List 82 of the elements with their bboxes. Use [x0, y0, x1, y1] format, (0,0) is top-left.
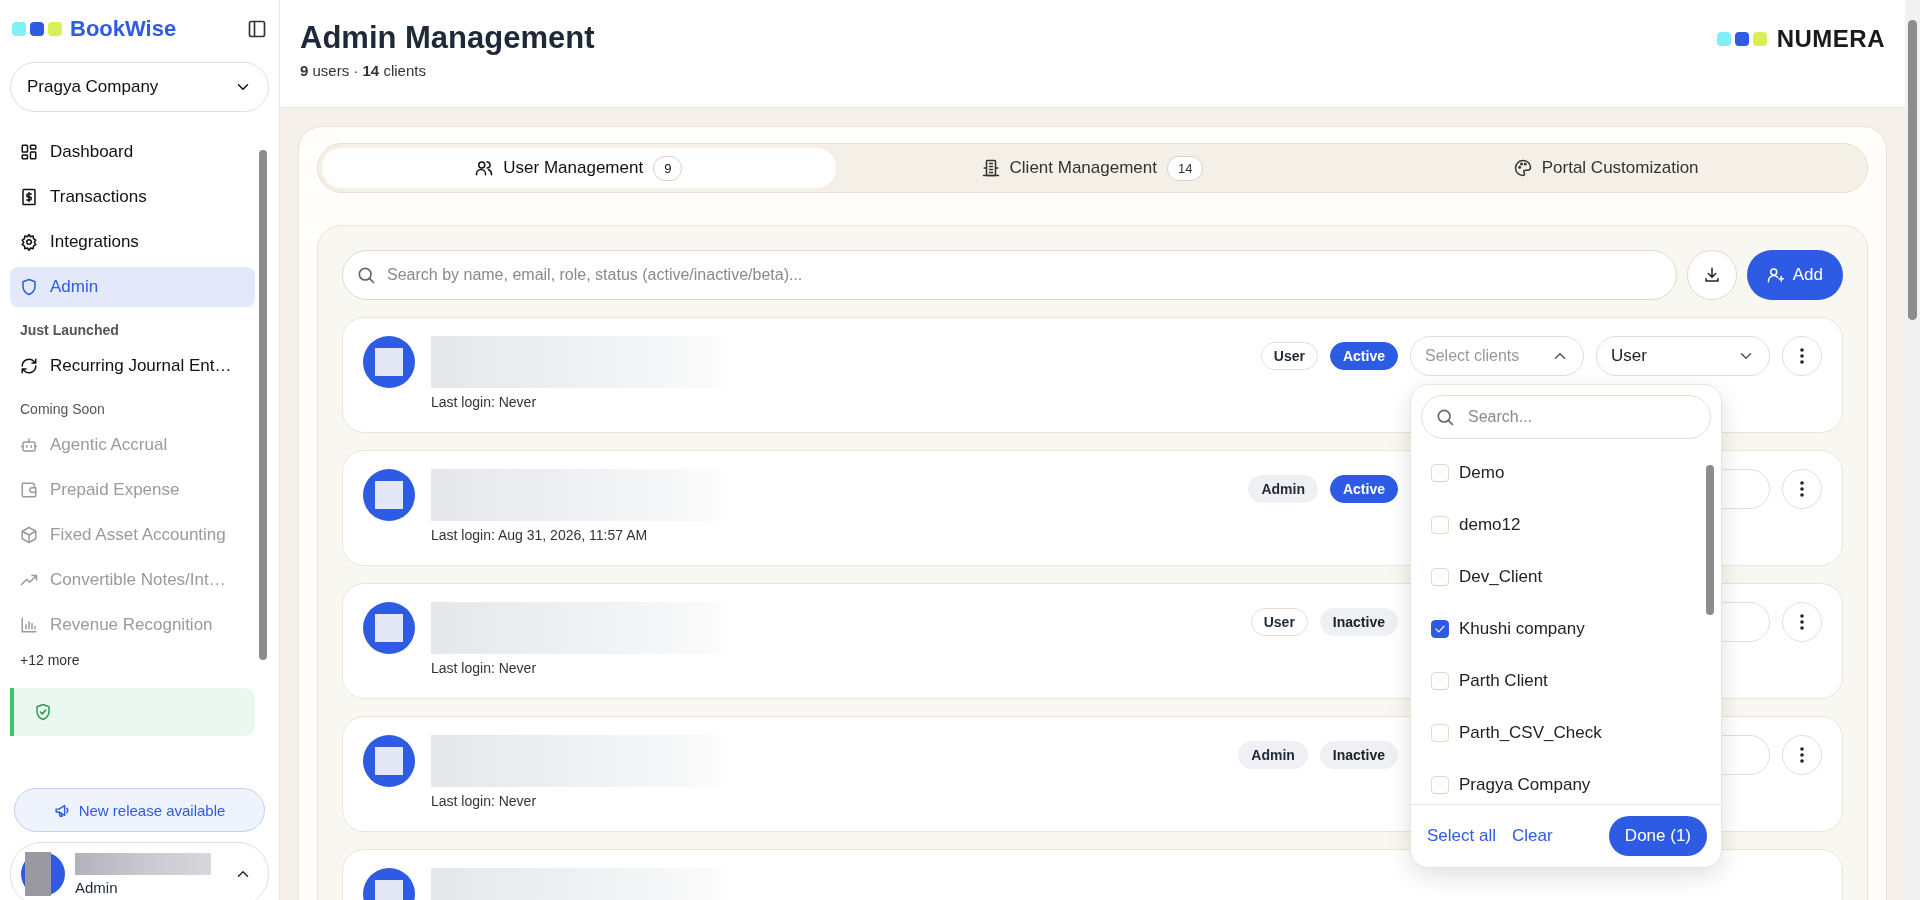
avatar — [363, 735, 415, 787]
sidebar-toggle-button[interactable] — [247, 19, 267, 39]
nav-item[interactable]: Transactions — [10, 177, 255, 217]
nav-item[interactable]: Recurring Journal Ent… — [10, 346, 255, 386]
client-option[interactable]: Demo — [1431, 447, 1695, 499]
user-role: Admin — [75, 878, 119, 896]
status-badge: Inactive — [1319, 741, 1398, 769]
wallet-icon — [20, 481, 38, 499]
client-option[interactable]: Dev_Client — [1431, 551, 1695, 603]
last-login-text: Last login: Never — [431, 660, 538, 676]
checkbox[interactable] — [1431, 620, 1449, 638]
last-login-text: Last login: Never — [431, 394, 538, 410]
status-badge: Active — [1329, 342, 1398, 370]
role-select[interactable]: User — [1596, 336, 1770, 376]
client-option[interactable]: Parth Client — [1431, 655, 1695, 707]
avatar — [363, 336, 415, 388]
tab[interactable]: Client Management 14 — [835, 148, 1350, 188]
role-badge: Admin — [1238, 741, 1308, 769]
logo-dots-icon — [1716, 32, 1767, 46]
company-logo: NUMERA — [1776, 25, 1885, 53]
client-option[interactable]: Pragya Company — [1431, 759, 1695, 811]
section-heading: Just Launched — [19, 321, 120, 340]
avatar — [21, 852, 65, 896]
shield-icon — [20, 278, 38, 296]
nav-item[interactable]: Admin — [10, 267, 255, 307]
add-user-button[interactable]: Add — [1746, 250, 1843, 300]
more-icon — [1800, 348, 1804, 364]
dollar-receipt-icon — [20, 188, 38, 206]
palette-icon — [1513, 159, 1532, 177]
count-badge: 9 — [653, 155, 683, 181]
download-button[interactable] — [1686, 250, 1737, 300]
company-select[interactable]: Pragya Company — [10, 62, 269, 112]
more-button[interactable] — [1782, 469, 1822, 509]
download-icon — [1702, 266, 1721, 284]
brand-name: BookWise — [70, 16, 178, 42]
refresh-icon — [20, 357, 38, 375]
bar-chart-icon — [20, 616, 38, 634]
search-icon — [356, 265, 376, 285]
users-icon — [475, 159, 494, 177]
search-field[interactable]: Search by name, email, role, status (active/inactive/beta)... — [342, 250, 1677, 300]
more-icon — [1800, 747, 1804, 763]
status-badge: Active — [1329, 475, 1398, 503]
more-button[interactable] — [1782, 336, 1822, 376]
select-all-link[interactable]: Select all — [1427, 826, 1496, 846]
more-icon — [1800, 481, 1804, 497]
building-icon — [981, 159, 1000, 177]
avatar — [363, 469, 415, 521]
more-button[interactable] — [1782, 735, 1822, 775]
status-badge: Inactive — [1319, 608, 1398, 636]
last-login-text: Last login: Aug 31, 2026, 11:57 AM — [431, 527, 649, 543]
robot-icon — [20, 436, 38, 454]
search-field[interactable]: Search... — [1421, 395, 1711, 439]
page-subtitle: 9 users · 14 clients — [300, 62, 427, 79]
client-option[interactable]: Khushi company — [1431, 603, 1695, 655]
nav-item[interactable]: Integrations — [10, 222, 255, 262]
shield-check-icon — [34, 703, 52, 721]
clear-link[interactable]: Clear — [1512, 826, 1553, 846]
role-badge: Admin — [1248, 475, 1318, 503]
dashboard-icon — [20, 143, 38, 161]
avatar — [363, 602, 415, 654]
tab[interactable]: Portal Customization — [1349, 148, 1863, 188]
logo-dots-icon — [12, 22, 62, 36]
role-badge: User — [1260, 342, 1318, 370]
count-badge: 14 — [1166, 155, 1204, 181]
settings-icon — [20, 233, 38, 251]
done-button[interactable]: Done (1) — [1608, 816, 1707, 856]
role-badge: User — [1250, 608, 1308, 636]
last-login-text: Last login: Never — [431, 793, 538, 809]
tab[interactable]: User Management 9 — [322, 148, 836, 188]
new-release-button[interactable]: New release available — [14, 788, 265, 832]
nav-item[interactable]: Dashboard — [10, 132, 255, 172]
more-link[interactable]: +12 more — [10, 650, 255, 688]
client-option[interactable]: Parth_CSV_Check — [1431, 707, 1695, 759]
more-icon — [1800, 614, 1804, 630]
more-button[interactable] — [1782, 602, 1822, 642]
section-heading: Coming Soon — [19, 400, 106, 419]
page-title: Admin Management — [300, 20, 595, 56]
client-option[interactable]: demo12 — [1431, 499, 1695, 551]
cube-icon — [20, 526, 38, 544]
user-plus-icon — [1766, 266, 1785, 284]
search-icon — [1435, 407, 1455, 427]
panel-icon — [247, 19, 267, 39]
